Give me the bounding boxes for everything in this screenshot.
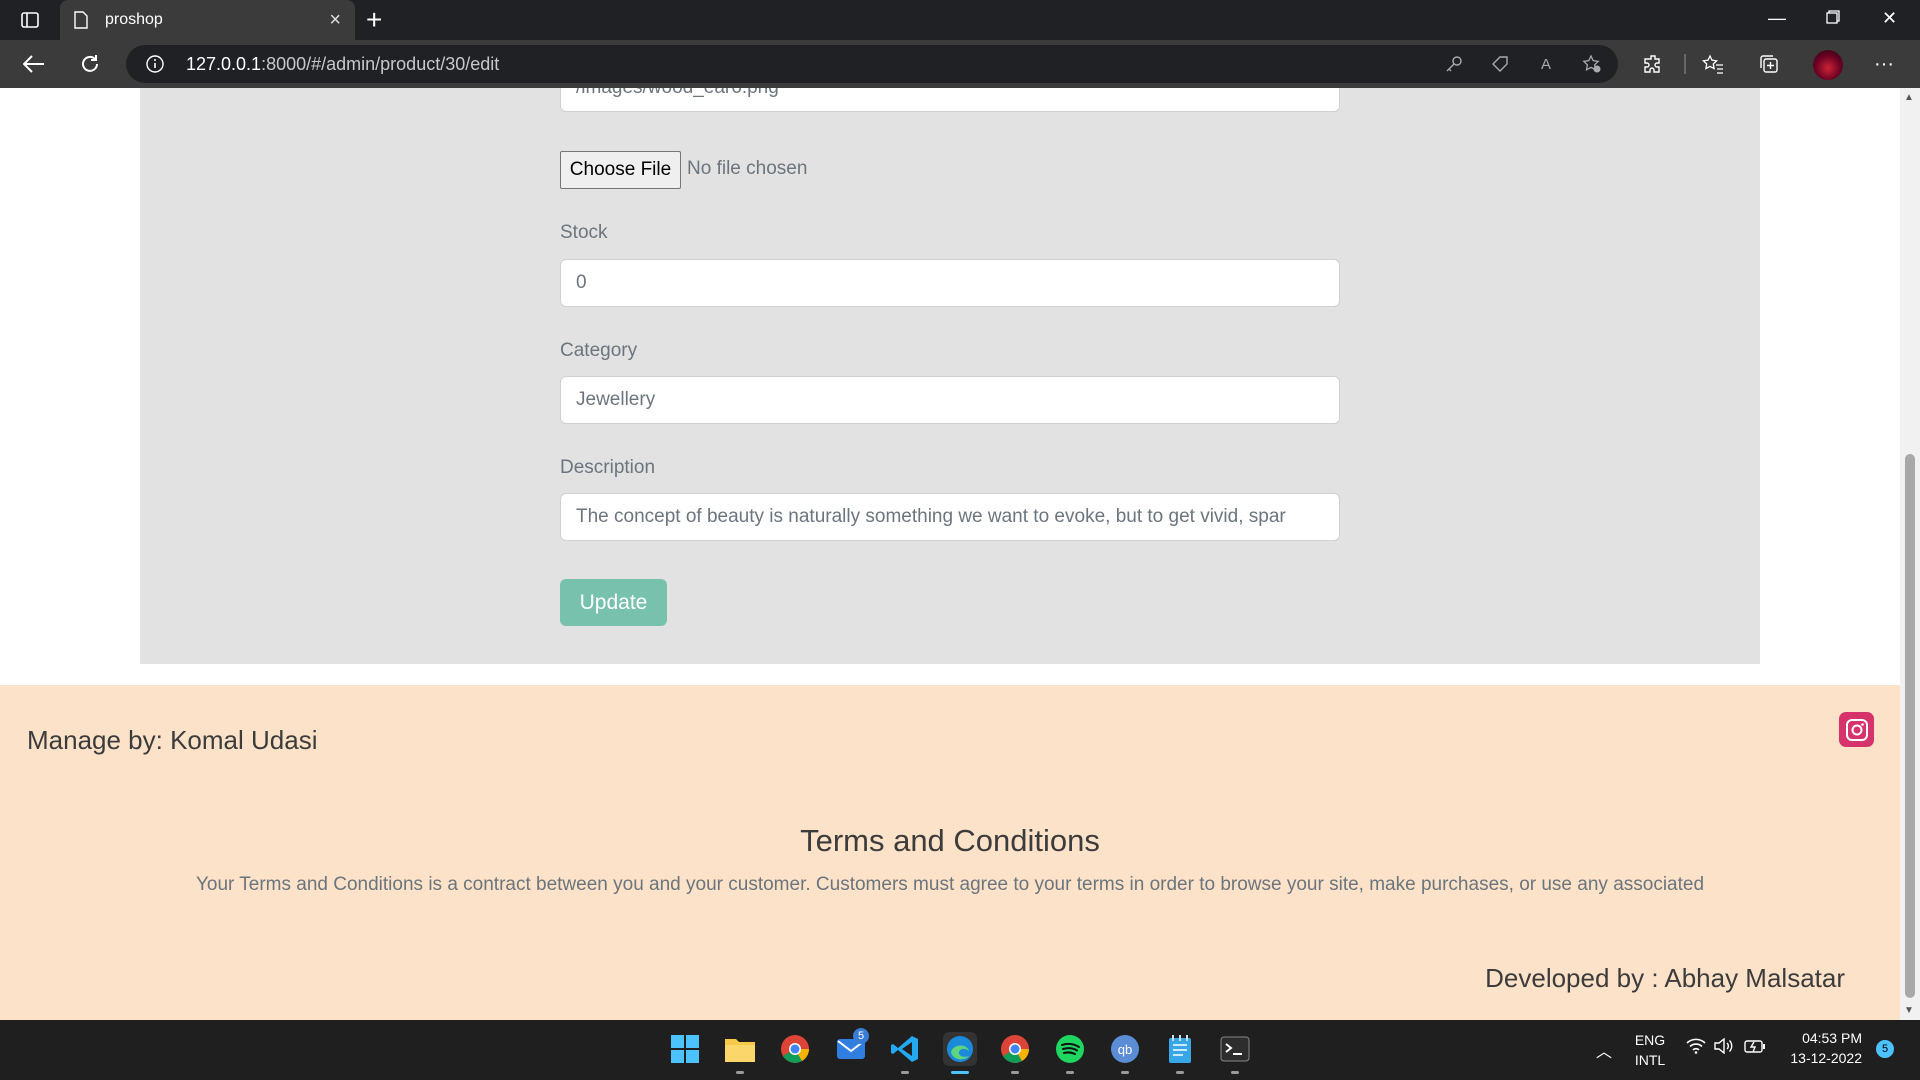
- description-label: Description: [560, 457, 656, 478]
- tab-title: proshop: [105, 11, 163, 28]
- page-viewport: /images/wood_ear6.png Choose File No fil…: [0, 88, 1900, 1020]
- notification-badge[interactable]: 5: [1876, 1040, 1894, 1058]
- category-label: Category: [560, 340, 638, 361]
- profile-avatar[interactable]: [1813, 50, 1843, 80]
- language-bottom[interactable]: INTL: [1632, 1052, 1668, 1068]
- terms-text: Your Terms and Conditions is a contract …: [195, 874, 1705, 895]
- tray-overflow-icon[interactable]: ︿: [1596, 1038, 1612, 1062]
- restore-icon[interactable]: [1826, 8, 1840, 29]
- url-path: :8000/#/admin/product/30/edit: [261, 54, 500, 74]
- scroll-up-icon[interactable]: ▲: [1904, 92, 1914, 103]
- clock-date[interactable]: 13-12-2022: [1782, 1050, 1862, 1066]
- taskbar-indicator: [1121, 1071, 1129, 1074]
- mail-badge: 5: [853, 1028, 869, 1044]
- svg-text:qb: qb: [1118, 1042, 1132, 1057]
- tag-icon[interactable]: [1488, 52, 1512, 76]
- language-top[interactable]: ENG: [1632, 1032, 1668, 1048]
- refresh-icon[interactable]: [74, 48, 106, 80]
- taskbar-indicator: [736, 1071, 744, 1074]
- browser-tab[interactable]: proshop ×: [60, 0, 355, 40]
- taskbar-indicator: [1011, 1071, 1019, 1074]
- taskbar-indicator: [901, 1071, 909, 1074]
- category-input[interactable]: Jewellery: [560, 376, 1340, 424]
- image-path-input[interactable]: /images/wood_ear6.png: [560, 88, 1340, 112]
- description-input[interactable]: The concept of beauty is naturally somet…: [560, 493, 1340, 541]
- file-explorer-icon[interactable]: [723, 1032, 757, 1066]
- chrome-profile-icon[interactable]: [998, 1032, 1032, 1066]
- clock-time[interactable]: 04:53 PM: [1782, 1030, 1862, 1046]
- page-icon: [74, 11, 88, 34]
- edge-icon[interactable]: [943, 1032, 977, 1066]
- add-favorite-icon[interactable]: [1580, 52, 1604, 76]
- update-button[interactable]: Update: [560, 579, 667, 626]
- new-tab-icon[interactable]: +: [366, 4, 382, 36]
- vscode-icon[interactable]: [888, 1032, 922, 1066]
- notepad-icon[interactable]: [1163, 1032, 1197, 1066]
- site-info-icon[interactable]: [146, 55, 164, 78]
- read-aloud-icon[interactable]: A: [1534, 52, 1558, 76]
- scroll-thumb[interactable]: [1905, 454, 1915, 998]
- back-icon[interactable]: [18, 48, 50, 80]
- product-edit-form: /images/wood_ear6.png Choose File No fil…: [140, 88, 1760, 664]
- favorites-icon[interactable]: [1701, 52, 1725, 76]
- extensions-icon[interactable]: [1641, 52, 1665, 76]
- url-bar[interactable]: 127.0.0.1:8000/#/admin/product/30/edit A: [126, 45, 1618, 83]
- tab-actions-icon[interactable]: [16, 8, 44, 32]
- close-window-icon[interactable]: ✕: [1882, 8, 1897, 29]
- choose-file-button[interactable]: Choose File: [560, 151, 681, 189]
- taskbar-indicator-active: [951, 1071, 969, 1074]
- collections-icon[interactable]: [1757, 52, 1781, 76]
- more-menu-icon[interactable]: ···: [1872, 52, 1896, 76]
- stock-label: Stock: [560, 222, 608, 243]
- terminal-icon[interactable]: [1218, 1032, 1252, 1066]
- wifi-icon[interactable]: [1686, 1038, 1706, 1057]
- taskbar-indicator: [1066, 1071, 1074, 1074]
- start-icon[interactable]: [668, 1032, 702, 1066]
- browser-tab-bar: proshop × + — ✕: [0, 0, 1920, 40]
- file-status-text: No file chosen: [687, 158, 808, 179]
- minimize-icon[interactable]: —: [1768, 8, 1786, 29]
- chrome-icon[interactable]: [778, 1032, 812, 1066]
- spotify-icon[interactable]: [1053, 1032, 1087, 1066]
- instagram-icon[interactable]: [1839, 712, 1874, 747]
- page-scrollbar[interactable]: ▲ ▼: [1900, 88, 1920, 1020]
- developed-by-text: Developed by : Abhay Malsatar: [1485, 963, 1845, 993]
- address-toolbar: 127.0.0.1:8000/#/admin/product/30/edit A…: [0, 40, 1920, 88]
- volume-icon[interactable]: [1714, 1037, 1734, 1057]
- scroll-down-icon[interactable]: ▼: [1904, 1005, 1914, 1016]
- manage-by-text: Manage by: Komal Udasi: [27, 725, 318, 755]
- terms-title: Terms and Conditions: [800, 823, 1100, 858]
- taskbar-indicator: [1176, 1071, 1184, 1074]
- windows-taskbar: 5 qb ︿ ENG INTL 04:53 PM 13-12-2022 5: [0, 1020, 1920, 1080]
- stock-input[interactable]: 0: [560, 259, 1340, 307]
- site-footer: Manage by: Komal Udasi Terms and Conditi…: [0, 685, 1900, 1020]
- battery-icon[interactable]: [1744, 1038, 1766, 1057]
- toolbar-divider: [1684, 54, 1686, 74]
- close-tab-icon[interactable]: ×: [329, 9, 341, 32]
- key-icon[interactable]: [1442, 52, 1466, 76]
- taskbar-indicator: [1231, 1071, 1239, 1074]
- url-host: 127.0.0.1: [186, 54, 262, 74]
- url-text[interactable]: 127.0.0.1:8000/#/admin/product/30/edit: [186, 54, 499, 75]
- qbittorrent-icon[interactable]: qb: [1108, 1032, 1142, 1066]
